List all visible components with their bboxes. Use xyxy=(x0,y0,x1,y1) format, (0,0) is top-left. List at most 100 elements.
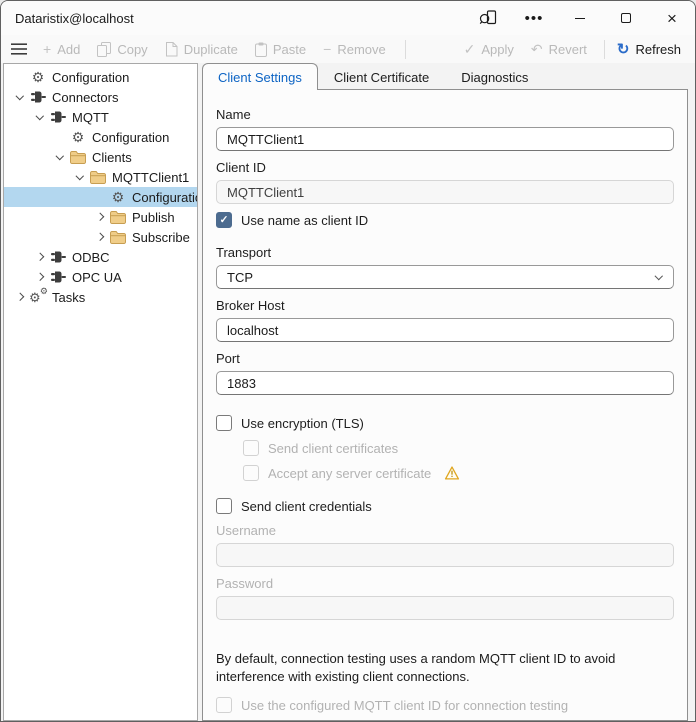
chevron-right-icon[interactable] xyxy=(92,209,108,225)
refresh-label: Refresh xyxy=(635,41,681,57)
minimize-icon xyxy=(575,17,585,19)
tab-client-settings[interactable]: Client Settings xyxy=(202,63,318,90)
send-client-credentials-label: Send client credentials xyxy=(241,498,372,514)
minimize-button[interactable] xyxy=(557,1,603,35)
chevron-right-icon[interactable] xyxy=(32,269,48,285)
broker-host-label: Broker Host xyxy=(216,298,285,313)
tab-bar: Client Settings Client Certificate Diagnos… xyxy=(202,63,688,90)
close-icon: × xyxy=(667,8,677,28)
tree-item-label: ODBC xyxy=(72,249,110,265)
close-button[interactable]: × xyxy=(649,1,695,35)
tree-item-label: Configuration xyxy=(132,189,197,205)
toolbar-right-group: ✓ Apply ↶ Revert xyxy=(464,42,604,57)
apply-label: Apply xyxy=(481,41,514,57)
transport-label: Transport xyxy=(216,245,272,260)
tree-item-publish[interactable]: Publish xyxy=(4,207,197,227)
copy-label: Copy xyxy=(117,41,148,57)
gear-icon: ⚙ xyxy=(111,189,125,205)
tree-item-connectors[interactable]: Connectors xyxy=(4,87,197,107)
title-bar: Dataristix@localhost ••• × xyxy=(1,1,695,35)
broker-host-input[interactable] xyxy=(216,318,674,342)
duplicate-icon xyxy=(165,41,178,57)
toolbar: + Add Copy Duplicate Paste − Remove ✓ Apply ↶ Rev… xyxy=(1,35,695,63)
use-configured-id-checkbox: Use the configured MQTT client ID for co… xyxy=(216,697,674,714)
toolbar-divider xyxy=(404,39,406,59)
tree-item-label: Connectors xyxy=(52,89,119,105)
plug-icon xyxy=(29,90,47,104)
transport-select[interactable]: TCP xyxy=(216,265,674,289)
password-label: Password xyxy=(216,576,274,591)
gears-icon: ⚙ ⚙ xyxy=(29,286,48,305)
plug-icon xyxy=(49,110,67,124)
caption-buttons: ••• × xyxy=(465,1,695,35)
username-input xyxy=(216,543,674,567)
tree-item-label: Clients xyxy=(92,149,132,165)
chevron-down-icon[interactable] xyxy=(52,149,68,165)
check-icon: ✓ xyxy=(463,41,476,57)
checkbox-unchecked-icon xyxy=(243,440,259,456)
chevron-right-icon[interactable] xyxy=(32,249,48,265)
connection-testing-note: By default, connection testing uses a ra… xyxy=(216,651,616,684)
tree-item-configuration[interactable]: ⚙ Configuration xyxy=(4,187,197,207)
use-encryption-checkbox[interactable]: Use encryption (TLS) xyxy=(216,415,674,431)
paste-icon xyxy=(254,42,267,57)
revert-icon: ↶ xyxy=(530,41,543,57)
tree-item-mqtt[interactable]: MQTT xyxy=(4,107,197,127)
refresh-icon: ↻ xyxy=(616,40,630,58)
client-id-input xyxy=(216,180,674,204)
checkbox-checked-icon: ✓ xyxy=(216,212,232,228)
tree-item-label: MQTTClient1 xyxy=(112,169,190,185)
password-input xyxy=(216,596,674,620)
chevron-right-icon[interactable] xyxy=(12,289,28,305)
tab-diagnostics[interactable]: Diagnostics xyxy=(445,64,544,89)
tree-item-subscribe[interactable]: Subscribe xyxy=(4,227,197,247)
tree-item-tasks[interactable]: ⚙ ⚙ Tasks xyxy=(4,287,197,307)
more-button[interactable]: ••• xyxy=(511,1,557,35)
apply-button: ✓ Apply xyxy=(464,42,514,57)
send-client-certificates-label: Send client certificates xyxy=(268,440,399,456)
chevron-right-icon[interactable] xyxy=(92,229,108,245)
tree-item-clients[interactable]: Clients xyxy=(4,147,197,167)
revert-button: ↶ Revert xyxy=(531,42,587,57)
tree-item-label: Subscribe xyxy=(132,229,190,245)
checkbox-unchecked-icon xyxy=(216,498,232,514)
use-name-as-client-id-label: Use name as client ID xyxy=(241,212,369,228)
send-client-credentials-checkbox[interactable]: Send client credentials xyxy=(216,498,674,514)
search-document-button[interactable] xyxy=(465,1,511,35)
port-input[interactable] xyxy=(216,371,674,395)
client-settings-panel: Name Client ID ✓ Use name as client ID T… xyxy=(202,89,688,721)
tree-item-opc-ua[interactable]: OPC UA xyxy=(4,267,197,287)
chevron-down-icon[interactable] xyxy=(32,109,48,125)
tree-item-odbc[interactable]: ODBC xyxy=(4,247,197,267)
use-name-as-client-id-checkbox[interactable]: ✓ Use name as client ID xyxy=(216,212,674,228)
name-label: Name xyxy=(216,107,251,122)
folder-icon xyxy=(69,150,87,164)
chevron-down-icon[interactable] xyxy=(72,169,88,185)
toolbar-divider xyxy=(603,39,605,59)
body-area: ⚙ Configuration Connectors MQTT ⚙ Configurati… xyxy=(1,63,695,721)
transport-value: TCP xyxy=(227,269,253,285)
app-window: Dataristix@localhost ••• × + Add Copy Dupli… xyxy=(0,0,696,722)
maximize-button[interactable] xyxy=(603,1,649,35)
revert-label: Revert xyxy=(548,41,587,57)
tree-item-label: Configuration xyxy=(52,69,130,85)
more-icon: ••• xyxy=(524,9,544,27)
menu-button[interactable] xyxy=(11,42,27,56)
checkbox-unchecked-icon xyxy=(216,415,232,431)
name-input[interactable] xyxy=(216,127,674,151)
chevron-down-icon[interactable] xyxy=(12,89,28,105)
plus-icon: + xyxy=(43,41,52,57)
window-title: Dataristix@localhost xyxy=(15,10,134,26)
tab-client-certificate[interactable]: Client Certificate xyxy=(318,64,445,89)
tree-item-configuration[interactable]: ⚙ Configuration xyxy=(4,127,197,147)
refresh-button[interactable]: ↻ Refresh xyxy=(617,42,681,57)
plug-icon xyxy=(49,250,67,264)
paste-button: Paste xyxy=(254,42,306,57)
add-label: Add xyxy=(57,41,81,57)
send-client-certificates-checkbox: Send client certificates xyxy=(243,440,674,456)
tree-item-mqttclient1[interactable]: MQTTClient1 xyxy=(4,167,197,187)
minus-icon: − xyxy=(323,41,332,57)
tree-item-configuration[interactable]: ⚙ Configuration xyxy=(4,67,197,87)
use-encryption-label: Use encryption (TLS) xyxy=(241,415,364,431)
